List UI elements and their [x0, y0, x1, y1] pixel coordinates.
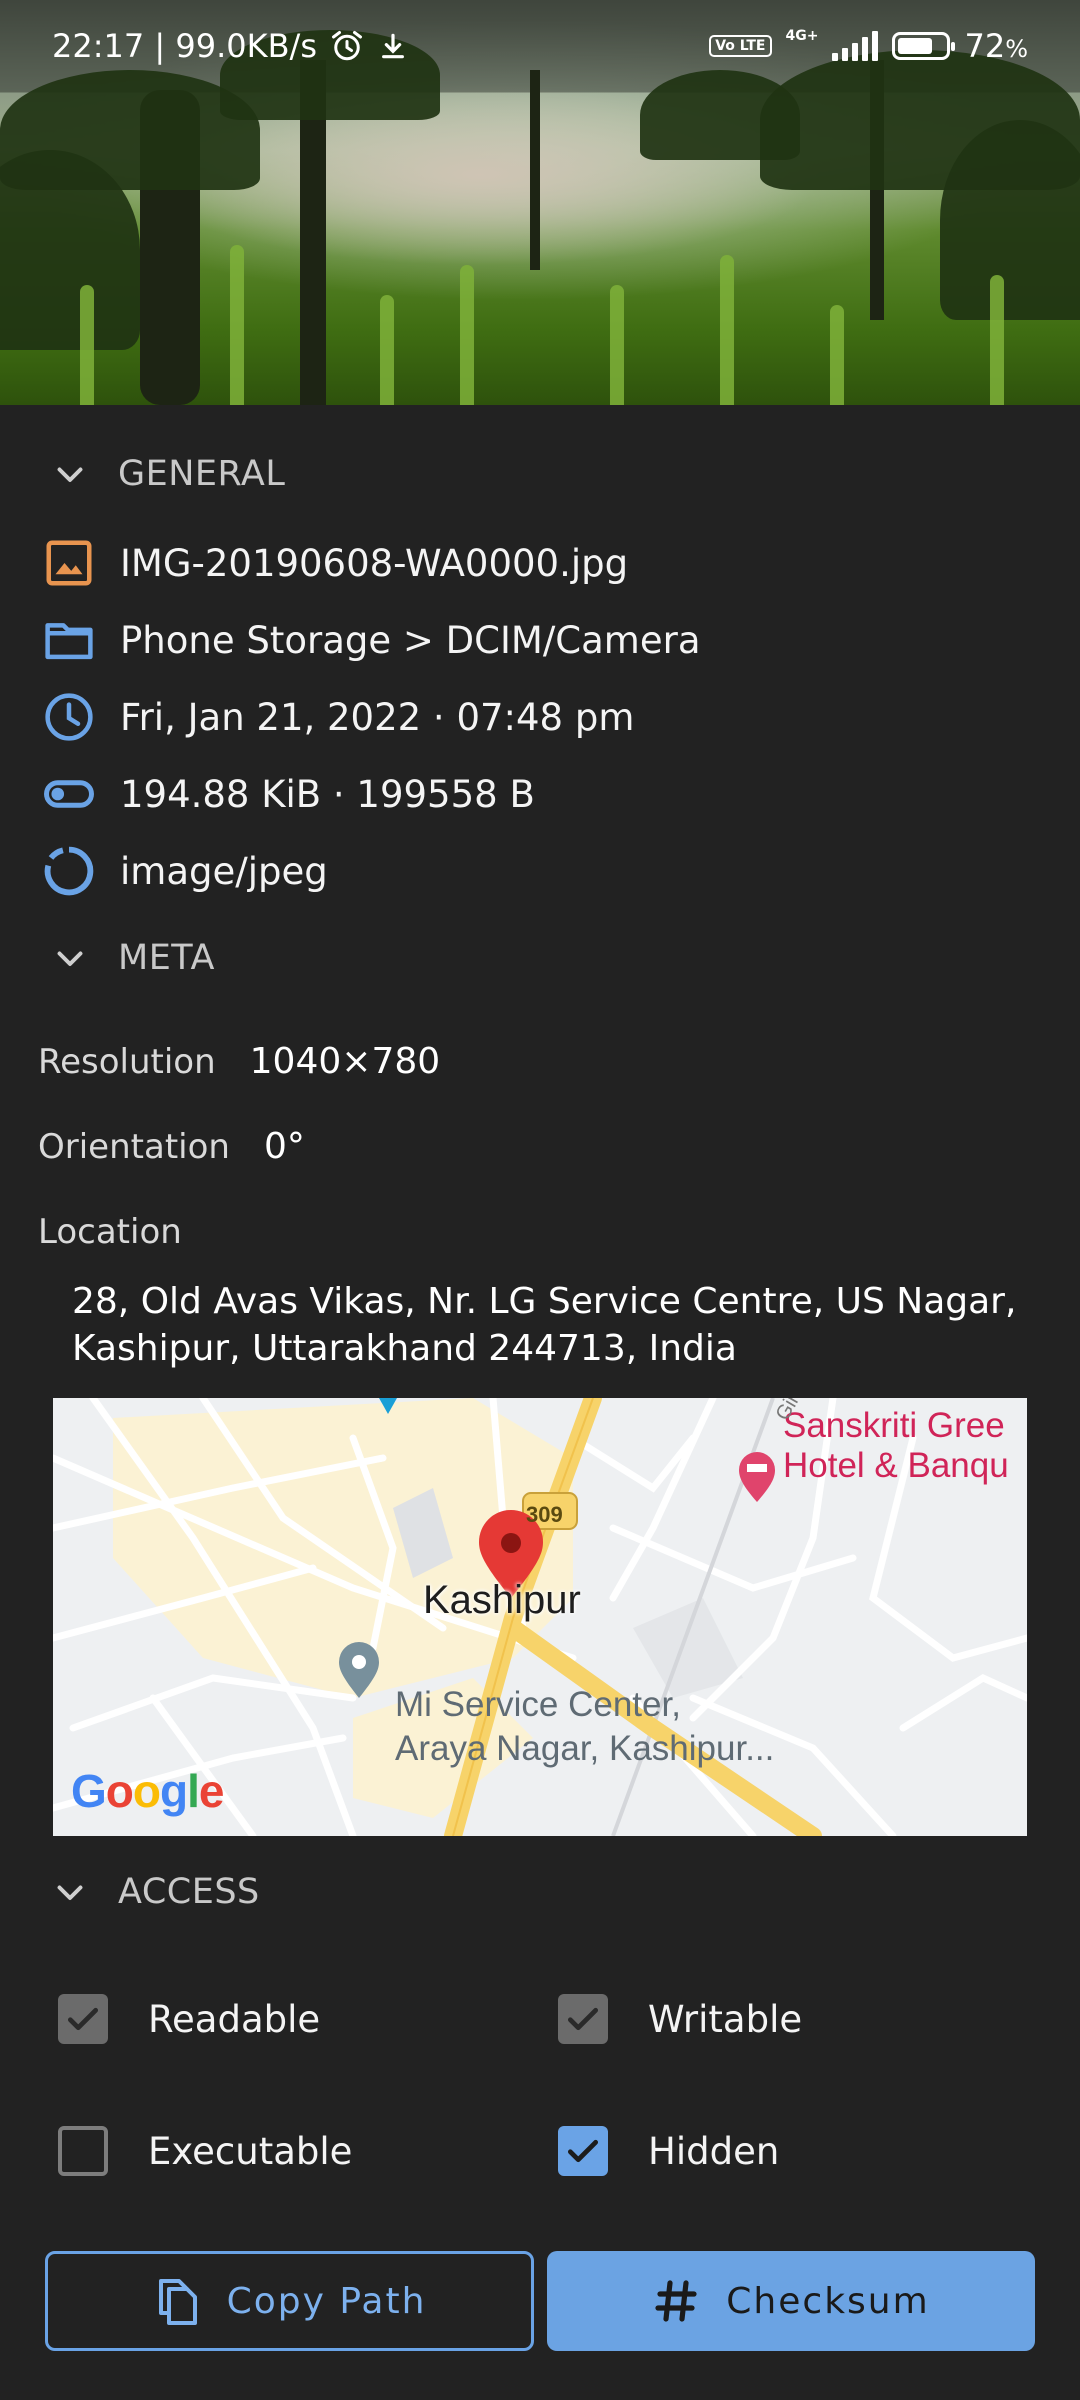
orientation-row: Orientation 0°	[38, 1126, 305, 1167]
chevron-down-icon	[57, 951, 83, 966]
file-name: IMG-20190608-WA0000.jpg	[120, 541, 629, 585]
location-address: 28, Old Avas Vikas, Nr. LG Service Centr…	[72, 1281, 1017, 1369]
copy-path-button[interactable]: Copy Path	[45, 2251, 534, 2351]
checkmark-icon	[567, 2007, 599, 2031]
download-icon	[382, 33, 404, 59]
writable-checkbox[interactable]: Writable	[558, 1994, 802, 2044]
file-date: Fri, Jan 21, 2022 · 07:48 pm	[120, 695, 635, 739]
date-row: Fri, Jan 21, 2022 · 07:48 pm	[42, 690, 634, 744]
image-file-icon	[46, 540, 92, 586]
map-city-label: Kashipur	[423, 1578, 581, 1622]
location-map[interactable]: 309 Kashipur Sanskriti Gree Hotel & Banq…	[53, 1398, 1027, 1836]
checkmark-icon	[567, 2139, 599, 2163]
checkbox-label: Readable	[148, 1997, 321, 2041]
section-general[interactable]: GENERAL	[52, 454, 285, 494]
status-time: 22:17 | 99.0KB/s	[52, 27, 317, 65]
orientation-value: 0°	[263, 1126, 305, 1167]
checkbox-label: Hidden	[648, 2129, 780, 2173]
checkmark-icon	[67, 2007, 99, 2031]
readable-checkbox[interactable]: Readable	[58, 1994, 320, 2044]
resolution-value: 1040×780	[249, 1041, 441, 1082]
mime-row: image/jpeg	[42, 844, 328, 898]
copy-icon	[158, 2279, 197, 2325]
map-poi-hotel: Sanskriti Gree Hotel & Banqu	[783, 1406, 1009, 1485]
path-row: Phone Storage > DCIM/Camera	[42, 613, 701, 667]
alarm-clock-icon	[331, 31, 362, 61]
signal-icon	[832, 31, 879, 61]
checkbox-box[interactable]	[58, 1994, 108, 2044]
folder-icon	[45, 623, 93, 660]
checkbox-box[interactable]	[558, 2126, 608, 2176]
mime-type: image/jpeg	[120, 849, 328, 893]
checkbox-label: Executable	[148, 2129, 353, 2173]
section-access[interactable]: ACCESS	[52, 1872, 260, 1912]
file-type-icon	[44, 846, 94, 896]
section-title: GENERAL	[118, 454, 286, 494]
location-label: Location	[38, 1212, 182, 1252]
battery-percent: 72%	[964, 27, 1028, 65]
hotel-pin-icon	[739, 1452, 775, 1502]
checkbox-label: Writable	[648, 1997, 803, 2041]
status-bar: 22:17 | 99.0KB/s Vo LTE 4G+ 72%	[0, 0, 1080, 92]
hash-icon	[655, 2280, 697, 2322]
file-path: Phone Storage > DCIM/Camera	[120, 618, 701, 662]
map-poi-service: Mi Service Center, Araya Nagar, Kashipur…	[395, 1685, 775, 1768]
orientation-label: Orientation	[38, 1127, 230, 1167]
palm-trunk	[530, 70, 540, 270]
checkbox-box[interactable]	[558, 1994, 608, 2044]
section-meta[interactable]: META	[52, 938, 215, 978]
header-photo: 22:17 | 99.0KB/s Vo LTE 4G+ 72%	[0, 0, 1080, 405]
chevron-down-icon	[57, 467, 83, 482]
section-title: META	[118, 938, 215, 978]
chevron-down-icon	[57, 1885, 83, 1900]
battery-icon	[892, 32, 956, 60]
google-logo: Google	[71, 1765, 224, 1817]
checksum-label: Checksum	[726, 2280, 930, 2322]
location-row: Location	[38, 1212, 182, 1252]
executable-checkbox[interactable]: Executable	[58, 2126, 352, 2176]
checksum-button[interactable]: Checksum	[547, 2251, 1035, 2351]
hidden-checkbox[interactable]: Hidden	[558, 2126, 779, 2176]
checkbox-box[interactable]	[58, 2126, 108, 2176]
volte-icon: Vo LTE	[709, 35, 772, 57]
size-row: 194.88 KiB · 199558 B	[42, 767, 535, 821]
clock-icon	[45, 693, 93, 741]
resolution-row: Resolution 1040×780	[38, 1041, 440, 1082]
network-type: 4G+	[785, 28, 819, 44]
battery-level	[898, 38, 932, 54]
road-shield-label: 309	[526, 1502, 563, 1527]
section-title: ACCESS	[118, 1872, 260, 1912]
file-size: 194.88 KiB · 199558 B	[120, 772, 535, 816]
filename-row: IMG-20190608-WA0000.jpg	[42, 536, 628, 590]
copy-path-label: Copy Path	[226, 2280, 427, 2322]
resolution-label: Resolution	[38, 1042, 216, 1082]
storage-toggle-icon	[44, 780, 94, 808]
